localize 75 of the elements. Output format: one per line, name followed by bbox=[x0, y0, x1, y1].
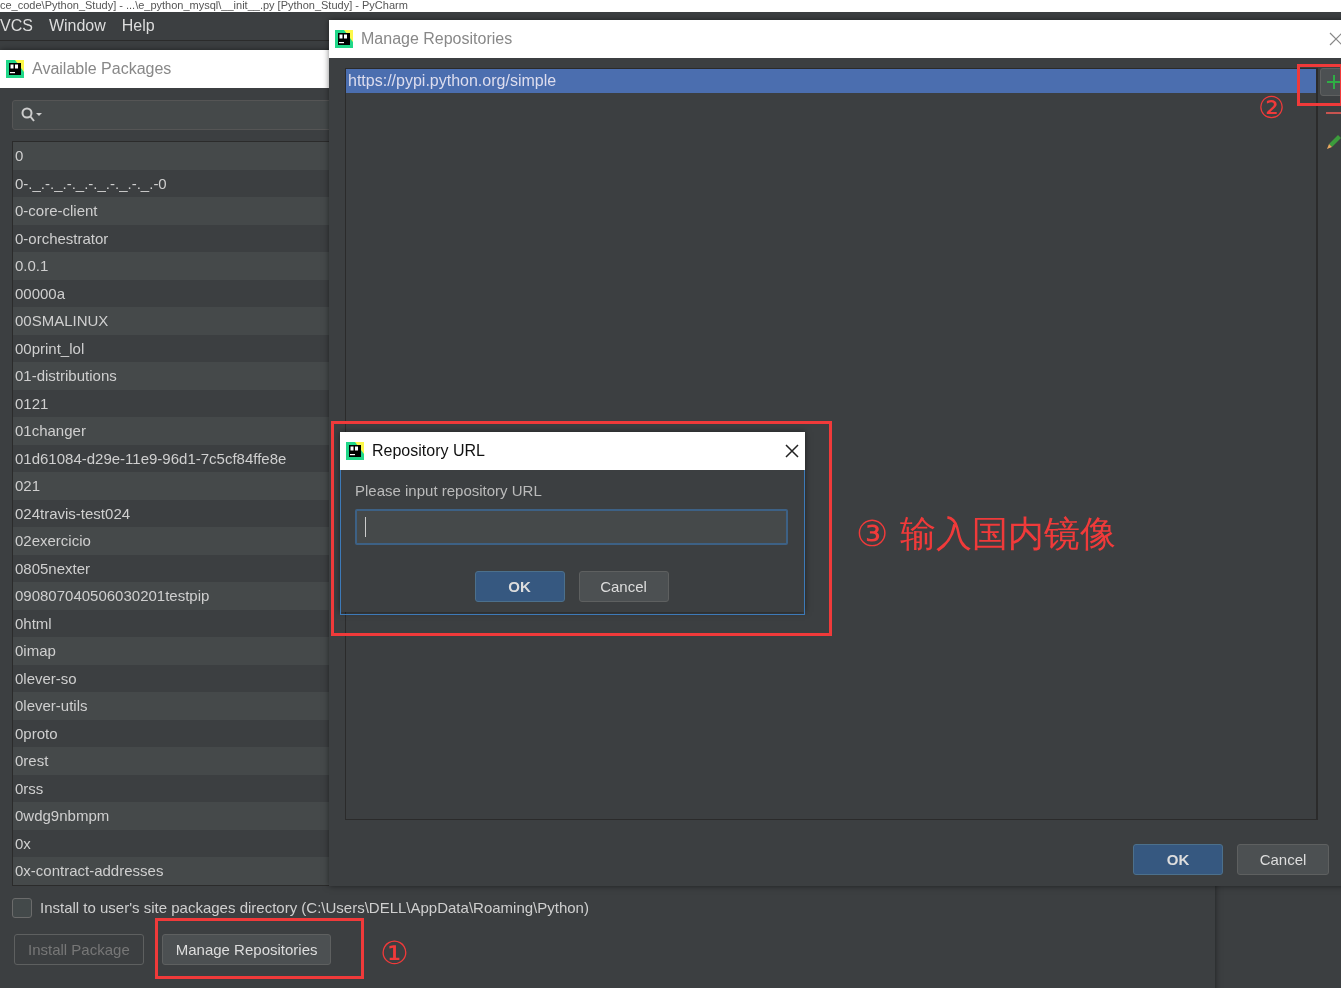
menu-item[interactable]: Help bbox=[121, 17, 155, 35]
package-name: 00print_lol bbox=[15, 339, 85, 357]
package-row[interactable]: 0rest bbox=[13, 747, 329, 775]
package-row[interactable]: 021 bbox=[13, 472, 329, 500]
prompt-label: Please input repository URL bbox=[355, 482, 543, 499]
package-name: 0wdg9nbmpm bbox=[15, 807, 110, 825]
close-button[interactable] bbox=[785, 444, 799, 458]
app-logo-icon bbox=[346, 442, 364, 460]
window-title: Manage Repositories bbox=[361, 30, 513, 48]
package-row[interactable]: 00SMALINUX bbox=[13, 307, 329, 335]
window-title: Available Packages bbox=[32, 60, 172, 78]
package-name: 0html bbox=[15, 614, 52, 632]
search-field[interactable] bbox=[12, 100, 332, 130]
menu-item[interactable]: VCS bbox=[0, 17, 33, 35]
package-row[interactable]: 0lever-utils bbox=[13, 692, 329, 720]
plus-icon bbox=[1325, 74, 1341, 90]
checkbox-label: Install to user's site packages directory (C:\Users\DELL\AppData\Roaming\Python) bbox=[40, 899, 589, 916]
dialog-button[interactable]: Cancel bbox=[1237, 844, 1329, 875]
package-name: 0imap bbox=[15, 642, 56, 660]
package-name: 0lever-utils bbox=[15, 697, 88, 715]
app-logo-icon bbox=[335, 30, 353, 48]
repository-row[interactable]: https://pypi.python.org/simple bbox=[346, 69, 1316, 93]
package-name: 024travis-test024 bbox=[15, 504, 131, 522]
dialog-title: Repository URL bbox=[372, 442, 485, 460]
package-name: 01changer bbox=[15, 422, 86, 440]
checkbox[interactable] bbox=[12, 897, 32, 918]
package-name: 0 bbox=[15, 147, 24, 165]
package-row[interactable]: 02exercicio bbox=[13, 527, 329, 555]
package-name: 0.0.1 bbox=[15, 257, 49, 275]
package-row[interactable]: 0 bbox=[13, 142, 329, 170]
close-icon bbox=[1329, 32, 1341, 46]
dialog-button[interactable]: OK bbox=[474, 571, 565, 602]
package-name: 01d61084-d29e-11e9-96d1-7c5cf84ffe8e bbox=[15, 449, 287, 467]
step-annotation: ① bbox=[380, 934, 409, 972]
package-name: 0proto bbox=[15, 724, 58, 742]
menu-item[interactable]: Window bbox=[48, 17, 106, 35]
package-name: 0-._.-._.-._.-._.-._.-._.-0 bbox=[15, 174, 167, 192]
package-row[interactable]: 0imap bbox=[13, 637, 329, 665]
pencil-icon bbox=[1325, 133, 1341, 149]
package-row[interactable]: 090807040506030201testpip bbox=[13, 582, 329, 610]
package-name: 0rest bbox=[15, 752, 49, 770]
minus-icon bbox=[1325, 111, 1341, 115]
package-name: 00000a bbox=[15, 284, 66, 302]
package-row[interactable]: 0x-contract-addresses bbox=[13, 857, 329, 885]
ide-title: ce_code\Python_Study] - ...\e_python_mysql\__init__.py [Python_Study] - PyCharm bbox=[0, 0, 1341, 12]
repository-url: https://pypi.python.org/simple bbox=[348, 72, 557, 90]
action-button[interactable]: Manage Repositories bbox=[161, 933, 332, 965]
package-name: 0rss bbox=[15, 779, 44, 797]
package-name: 0lever-so bbox=[15, 669, 77, 687]
package-row[interactable]: 0.0.1 bbox=[13, 252, 329, 280]
highlight-frame bbox=[1297, 64, 1341, 106]
package-name: 00SMALINUX bbox=[15, 312, 109, 330]
package-name: 090807040506030201testpip bbox=[15, 587, 210, 605]
package-name: 021 bbox=[15, 477, 41, 495]
close-icon bbox=[785, 444, 799, 458]
dialog-button[interactable]: Cancel bbox=[578, 571, 669, 602]
package-name: 0-orchestrator bbox=[15, 229, 109, 247]
package-name: 0121 bbox=[15, 394, 49, 412]
url-input-field[interactable] bbox=[355, 509, 788, 545]
package-row[interactable]: 01-distributions bbox=[13, 362, 329, 390]
package-row[interactable]: 01changer bbox=[13, 417, 329, 445]
step-annotation: ③ 输入国内镜像 bbox=[856, 512, 1116, 556]
package-row[interactable]: 0-core-client bbox=[13, 197, 329, 225]
package-name: 0-core-client bbox=[15, 202, 98, 220]
package-name: 0x-contract-addresses bbox=[15, 862, 164, 880]
package-name: 02exercicio bbox=[15, 532, 91, 550]
package-name: 0805nexter bbox=[15, 559, 91, 577]
package-name: 01-distributions bbox=[15, 367, 117, 385]
app-logo-icon bbox=[6, 60, 24, 78]
package-row[interactable]: 0wdg9nbmpm bbox=[13, 802, 329, 830]
dialog-button[interactable]: OK bbox=[1133, 844, 1223, 875]
step-annotation: ② bbox=[1258, 90, 1285, 125]
search-icon bbox=[21, 107, 43, 123]
add-button[interactable] bbox=[1319, 68, 1341, 96]
package-name: 0x bbox=[15, 834, 31, 852]
